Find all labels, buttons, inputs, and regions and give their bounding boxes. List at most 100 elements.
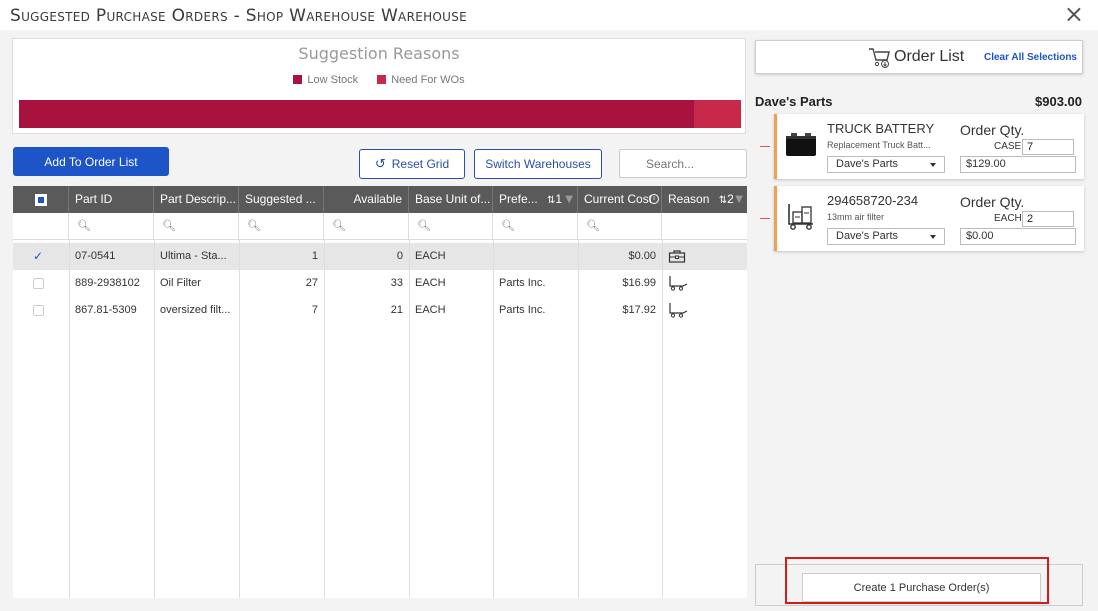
col-header-part-description[interactable]: Part Descrip...	[154, 186, 239, 213]
parts-grid: Part ID Part Descrip... Suggested ... Av…	[13, 186, 747, 598]
search-icon[interactable]: 🔍︎	[69, 213, 154, 240]
sort-icon: ⇅	[718, 195, 728, 206]
switch-warehouses-button[interactable]: Switch Warehouses	[474, 149, 602, 179]
order-qty-label: Order Qty.	[960, 122, 1025, 138]
order-list-header: Order List Clear All Selections	[755, 40, 1083, 74]
hand-truck-icon	[783, 198, 819, 234]
close-icon[interactable]: ×	[1064, 0, 1084, 28]
column-divider	[409, 240, 410, 598]
available-cell: 0	[396, 250, 403, 262]
bar-segment-need-for-wos[interactable]	[694, 100, 741, 128]
vendor-total: $903.00	[1035, 94, 1082, 109]
vendor-select-value: Dave's Parts	[836, 158, 899, 170]
suggested-cell: 27	[305, 277, 318, 289]
reset-icon: ↺	[374, 156, 386, 172]
order-item-card: TRUCK BATTERY Replacement Truck Batt... …	[774, 114, 1084, 179]
sort-order-badge: 2	[727, 192, 734, 206]
vendor-select[interactable]: Dave's Parts	[827, 228, 945, 245]
column-divider	[69, 240, 70, 598]
legend-label-need-for-wos: Need For WOs	[391, 74, 465, 86]
col-header-part-id[interactable]: Part ID	[69, 186, 154, 213]
col-header-reason[interactable]: Reason ⇅2 ▼	[662, 186, 747, 213]
vendor-name: Dave's Parts	[755, 94, 833, 109]
remove-item-dash[interactable]	[760, 218, 770, 219]
item-name: 294658720-234	[827, 193, 919, 208]
chart-title: Suggestion Reasons	[298, 44, 460, 63]
add-to-order-list-button[interactable]: Add To Order List	[13, 147, 169, 176]
filter-icon: ▼	[565, 194, 573, 205]
row-checkbox[interactable]	[13, 270, 69, 297]
description-cell: oversized filt...	[160, 304, 231, 316]
current-cost-cell: $16.99	[622, 277, 656, 289]
table-row[interactable]: ✓ 07-0541 Ultima - Sta... 1 0 EACH $0.00	[13, 243, 747, 270]
grid-header: Part ID Part Descrip... Suggested ... Av…	[13, 186, 747, 213]
row-checkbox[interactable]	[13, 297, 69, 324]
order-qty-input[interactable]	[1022, 211, 1074, 227]
cost-input[interactable]: $0.00	[960, 228, 1076, 245]
reset-grid-button[interactable]: ↺ Reset Grid	[359, 149, 465, 179]
column-divider	[493, 240, 494, 598]
item-unit: EACH	[994, 213, 1022, 224]
search-icon[interactable]: 🔍︎	[493, 213, 578, 240]
column-divider	[578, 240, 579, 598]
order-qty-input[interactable]	[1022, 139, 1074, 155]
column-divider	[239, 240, 240, 598]
legend-label-low-stock: Low Stock	[307, 74, 359, 86]
suggestion-reasons-chart: Suggestion Reasons Low Stock Need For WO…	[12, 38, 746, 134]
preferred-vendor-cell: Parts Inc.	[499, 304, 546, 316]
row-checkbox[interactable]: ✓	[13, 243, 69, 270]
chart-legend: Low Stock Need For WOs	[13, 74, 745, 86]
clear-all-selections-link[interactable]: Clear All Selections	[984, 52, 1077, 63]
unit-cell: EACH	[415, 250, 446, 262]
item-unit: CASE	[994, 141, 1022, 152]
filter-cell-reason	[662, 213, 747, 240]
description-cell: Oil Filter	[160, 277, 201, 289]
table-row[interactable]: 889-2938102 Oil Filter 27 33 EACH Parts Inc. $…	[13, 270, 747, 297]
unit-cell: EACH	[415, 304, 446, 316]
order-list-title: Order List	[894, 48, 965, 65]
col-header-preferred[interactable]: Prefe... ⇅1 ▼	[493, 186, 578, 213]
part-id-cell: 889-2938102	[75, 277, 140, 289]
suggested-cell: 1	[311, 250, 318, 262]
remove-item-dash[interactable]	[760, 146, 770, 147]
filter-row: 🔍︎ 🔍︎ 🔍︎ 🔍︎ 🔍︎ 🔍︎ 🔍︎	[13, 213, 747, 240]
chevron-down-icon	[930, 235, 936, 239]
reset-grid-label: Reset Grid	[391, 156, 450, 171]
cart-icon	[662, 270, 747, 297]
sort-order-badge: 1	[555, 192, 563, 206]
select-all-checkbox[interactable]	[13, 186, 69, 213]
item-description: Replacement Truck Batt...	[827, 140, 931, 150]
vendor-select[interactable]: Dave's Parts	[827, 156, 945, 173]
column-divider	[324, 240, 325, 598]
toolbox-icon	[662, 243, 747, 270]
col-header-available[interactable]: Available	[324, 186, 409, 213]
search-icon[interactable]: 🔍︎	[239, 213, 324, 240]
create-purchase-orders-button[interactable]: Create 1 Purchase Order(s)	[802, 573, 1041, 602]
description-cell: Ultima - Sta...	[160, 250, 227, 262]
legend-item-need-for-wos[interactable]: Need For WOs	[377, 74, 465, 86]
col-header-reason-label: Reason	[668, 192, 710, 206]
bar-segment-low-stock[interactable]	[19, 100, 694, 128]
search-icon[interactable]: 🔍︎	[154, 213, 239, 240]
col-header-base-unit[interactable]: Base Unit of...	[409, 186, 493, 213]
search-icon[interactable]: 🔍︎	[578, 213, 662, 240]
cost-input[interactable]: $129.00	[960, 156, 1076, 173]
search-icon[interactable]: 🔍︎	[409, 213, 493, 240]
vendor-select-value: Dave's Parts	[836, 230, 899, 242]
info-icon: i	[649, 194, 659, 204]
legend-item-low-stock[interactable]: Low Stock	[293, 74, 358, 86]
search-icon[interactable]: 🔍︎	[324, 213, 409, 240]
legend-swatch-low-stock	[293, 75, 303, 84]
table-row[interactable]: 867.81-5309 oversized filt... 7 21 EACH Parts…	[13, 297, 747, 324]
item-name: TRUCK BATTERY	[827, 121, 935, 136]
order-item-card: 294658720-234 13mm air filter Order Qty.…	[774, 186, 1084, 251]
suggested-cell: 7	[311, 304, 318, 316]
stacked-bar	[19, 100, 741, 128]
col-header-suggested[interactable]: Suggested ...	[239, 186, 324, 213]
col-header-current-cost[interactable]: Current Cost i	[578, 186, 662, 213]
current-cost-cell: $0.00	[628, 250, 656, 262]
search-input[interactable]	[619, 149, 747, 178]
part-id-cell: 07-0541	[75, 250, 116, 262]
filter-cell-checkbox	[13, 213, 69, 240]
available-cell: 33	[390, 277, 403, 289]
